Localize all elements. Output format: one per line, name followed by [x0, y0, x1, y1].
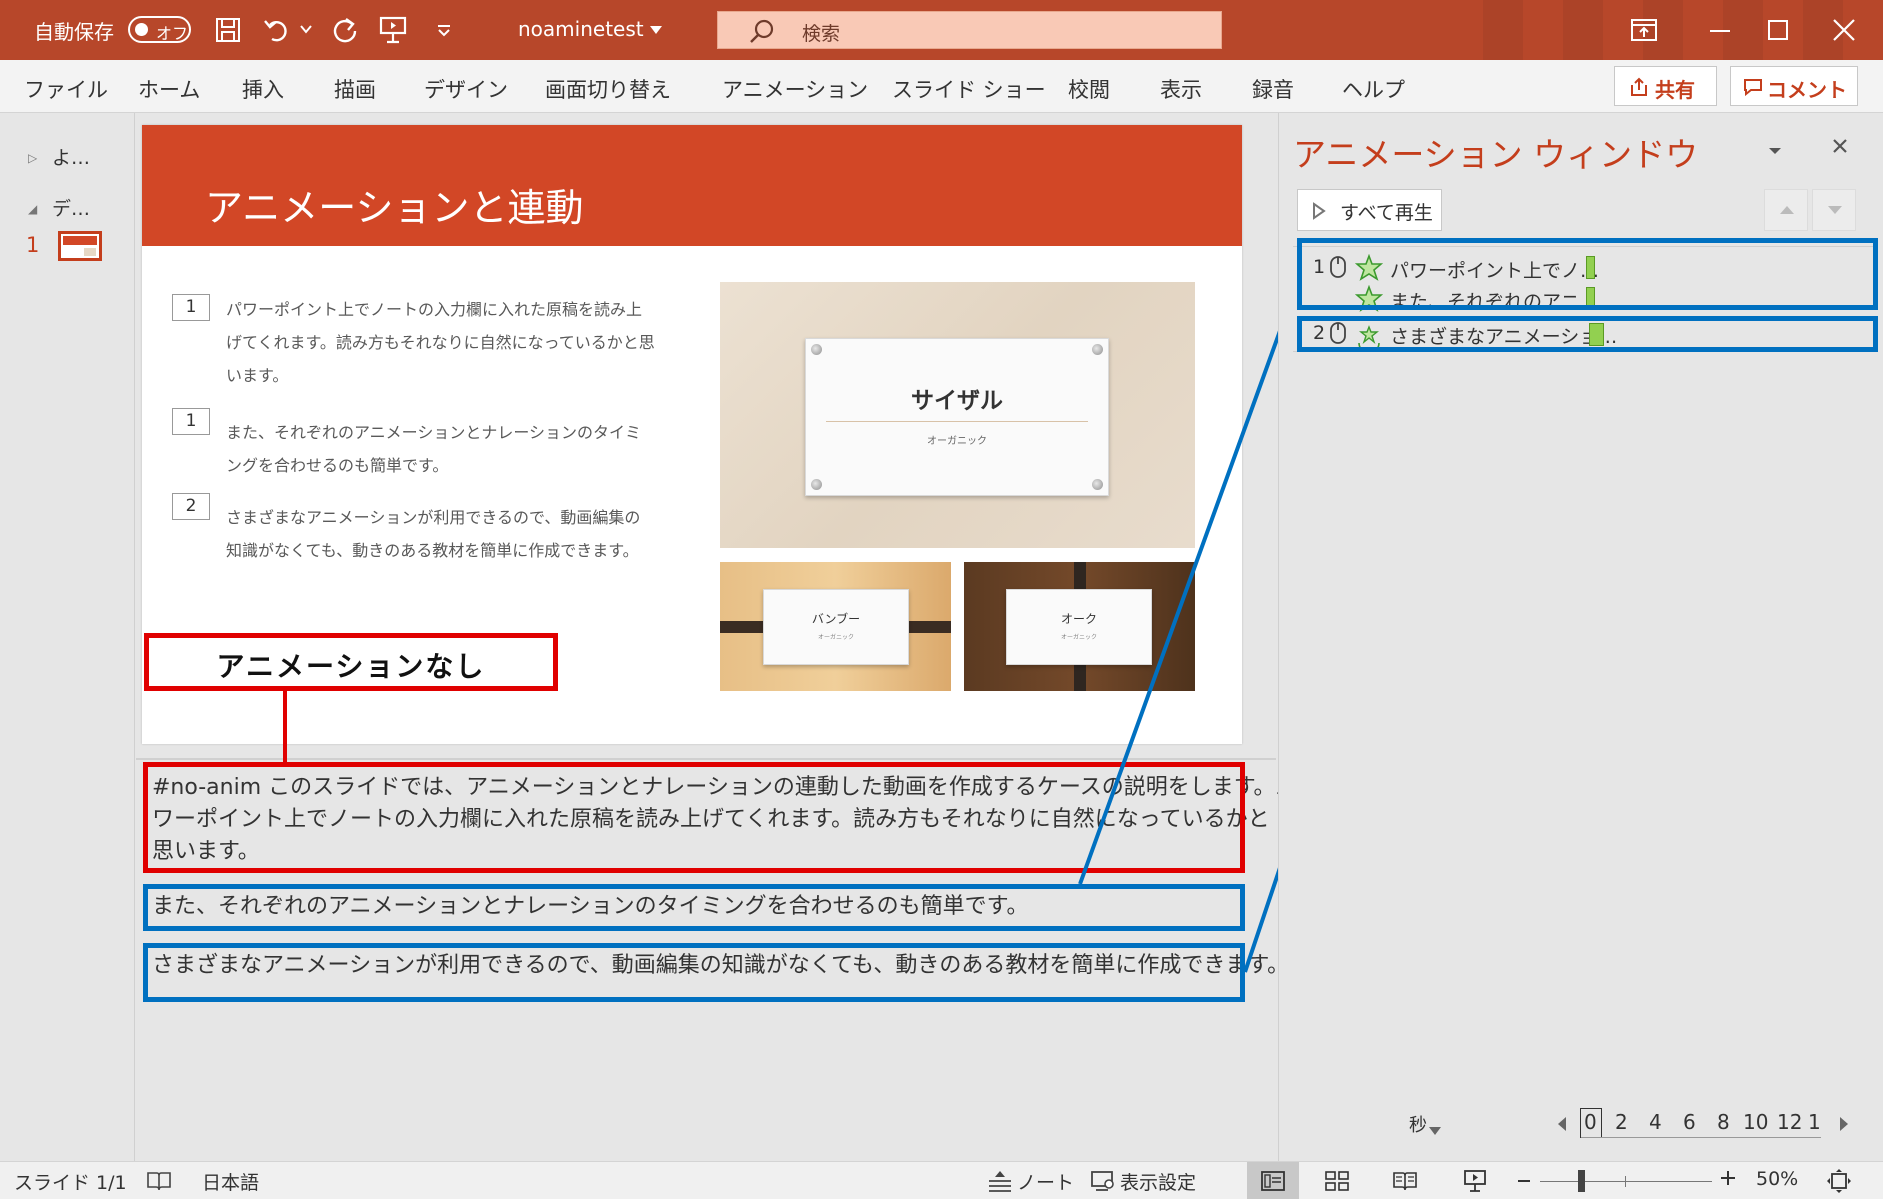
animation-pane: アニメーション ウィンドウ すべて再生 1 パワーポイント上でノ… また、それぞ… [1278, 113, 1883, 1161]
fit-to-window-icon[interactable] [1826, 1168, 1852, 1198]
zoom-slider-track[interactable] [1540, 1181, 1712, 1182]
reading-view-icon[interactable] [1392, 1170, 1418, 1196]
anim-highlight-blue-1 [1297, 238, 1878, 310]
notes-button[interactable]: ノート [1017, 1168, 1074, 1195]
play-icon [1313, 202, 1326, 220]
status-bar: スライド 1/1 日本語 ノート 表示設定 50% [0, 1161, 1883, 1199]
timeline-tick: 4 [1649, 1110, 1662, 1134]
connector-line-1 [1078, 269, 1304, 885]
animation-pane-title: アニメーション ウィンドウ [1293, 135, 1699, 174]
move-up-button[interactable] [1764, 189, 1808, 231]
timeline-tick: 12 [1777, 1110, 1803, 1134]
timeline-axis [1581, 1137, 1821, 1138]
timeline-scroll-right-icon[interactable] [1839, 1116, 1849, 1135]
zoom-slider-thumb[interactable] [1578, 1170, 1585, 1192]
timeline-tick: 10 [1743, 1110, 1769, 1134]
display-settings-icon [1090, 1170, 1116, 1196]
normal-view-button[interactable] [1247, 1162, 1299, 1199]
zoom-slider-center-mark [1625, 1176, 1626, 1187]
play-all-label: すべて再生 [1340, 202, 1433, 224]
arrow-up-icon [1780, 206, 1794, 214]
timeline-tick: 2 [1615, 1110, 1628, 1134]
arrow-down-icon [1828, 206, 1842, 214]
zoom-out-icon[interactable] [1518, 1180, 1530, 1182]
display-settings-button[interactable]: 表示設定 [1120, 1168, 1196, 1195]
seconds-dropdown[interactable]: 秒 [1409, 1111, 1427, 1137]
zoom-in-icon[interactable] [1721, 1170, 1735, 1189]
accessibility-check-icon[interactable] [146, 1170, 172, 1196]
slide-sorter-icon[interactable] [1324, 1170, 1350, 1196]
zoom-level[interactable]: 50% [1756, 1168, 1798, 1190]
play-all-button[interactable]: すべて再生 [1297, 189, 1442, 231]
anim-highlight-blue-2 [1297, 316, 1878, 352]
notes-icon [987, 1169, 1013, 1197]
timeline-scroll-left-icon[interactable] [1557, 1116, 1567, 1135]
language[interactable]: 日本語 [202, 1168, 259, 1195]
timeline-tick: 6 [1683, 1110, 1696, 1134]
close-pane-icon[interactable] [1832, 138, 1848, 158]
slideshow-view-icon[interactable] [1462, 1169, 1488, 1197]
timeline-tick: 0 [1584, 1110, 1597, 1134]
pane-options-icon[interactable] [1768, 141, 1782, 160]
normal-view-icon [1261, 1171, 1285, 1191]
move-down-button[interactable] [1812, 189, 1856, 231]
timeline-tick: 1 [1808, 1110, 1821, 1134]
slide-position: スライド 1/1 [14, 1172, 127, 1194]
timeline-tick: 8 [1717, 1110, 1730, 1134]
seconds-dropdown-icon[interactable] [1429, 1120, 1441, 1139]
